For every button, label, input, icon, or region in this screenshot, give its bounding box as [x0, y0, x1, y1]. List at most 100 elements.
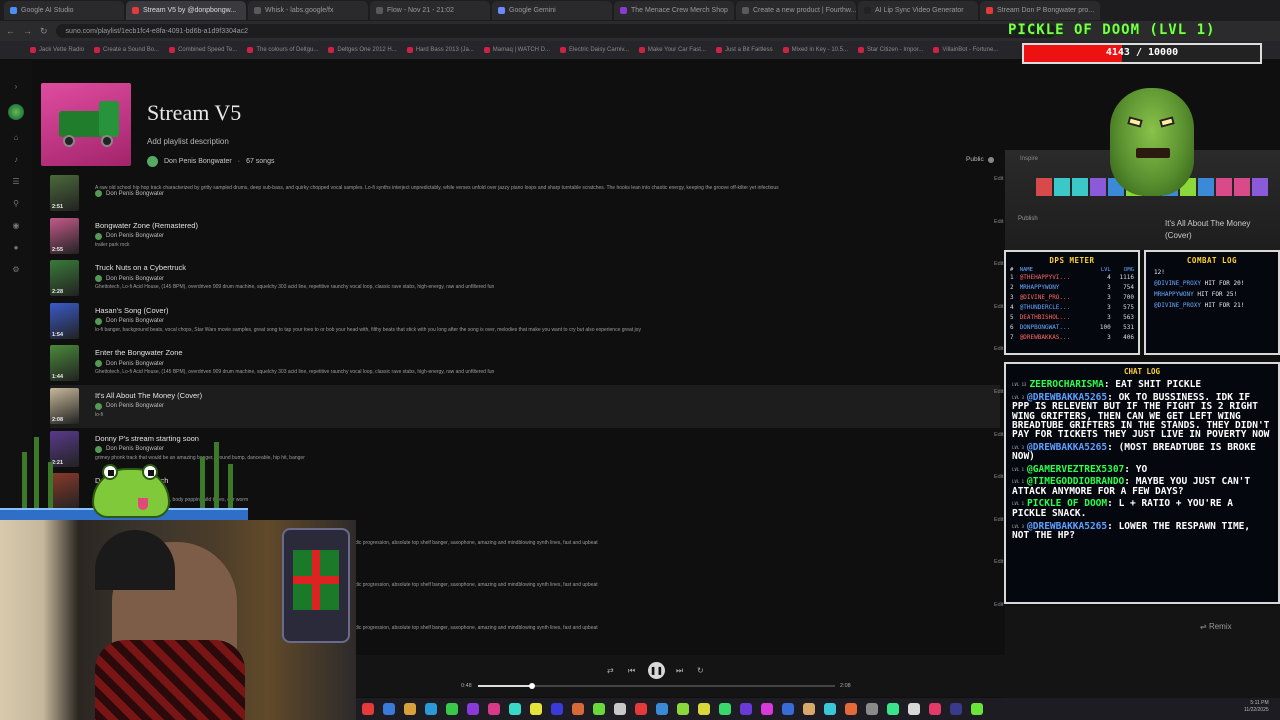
taskbar-app-icon[interactable] [572, 703, 584, 715]
track-artist[interactable]: Don Penis Bongwater [106, 318, 164, 324]
taskbar-app-icon[interactable] [677, 703, 689, 715]
track-artist[interactable]: Don Penis Bongwater [106, 191, 164, 197]
owner-avatar[interactable] [147, 156, 158, 167]
track-row[interactable]: 1:54 Hasan's Song (Cover) Don Penis Bongwa… [50, 300, 1003, 343]
track-title[interactable]: Truck Nuts on a Cybertruck [95, 263, 186, 272]
track-artist[interactable]: Don Penis Bongwater [106, 276, 164, 282]
create-icon[interactable]: ♪ [14, 155, 18, 164]
taskbar-app-icon[interactable] [383, 703, 395, 715]
reload-icon[interactable]: ↻ [40, 26, 48, 37]
taskbar-app-icon[interactable] [866, 703, 878, 715]
color-key[interactable] [1036, 178, 1052, 196]
taskbar-app-icon[interactable] [908, 703, 920, 715]
taskbar-app-icon[interactable] [950, 703, 962, 715]
track-title[interactable]: It's All About The Money (Cover) [95, 391, 202, 400]
edit-button[interactable]: Edit [994, 517, 1003, 523]
taskbar-app-icon[interactable] [719, 703, 731, 715]
taskbar-app-icon[interactable] [362, 703, 374, 715]
track-thumbnail[interactable]: 2:55 [50, 217, 79, 254]
taskbar-app-icon[interactable] [530, 703, 542, 715]
color-key[interactable] [1234, 178, 1250, 196]
bookmark-item[interactable]: VillainBot - Fortune... [933, 47, 998, 53]
track-thumbnail[interactable]: 2:08 [50, 387, 79, 424]
taskbar-app-icon[interactable] [971, 703, 983, 715]
bookmark-item[interactable]: Deltges One 2012 H... [328, 47, 397, 53]
track-title[interactable]: Enter the Bongwater Zone [95, 348, 183, 357]
browser-tab[interactable]: Stream Don P Bongwater pro... [980, 1, 1100, 20]
browser-tab[interactable]: Flow - Nov 21 - 21:02 [370, 1, 490, 20]
taskbar-app-icon[interactable] [824, 703, 836, 715]
edit-button[interactable]: Edit [994, 389, 1003, 395]
owner-name[interactable]: Don Penis Bongwater [164, 158, 232, 165]
browser-tab[interactable]: AI Lip Sync Video Generator [858, 1, 978, 20]
taskbar-app-icon[interactable] [425, 703, 437, 715]
edit-button[interactable]: Edit [994, 219, 1003, 225]
explore-icon[interactable]: ◉ [13, 221, 20, 230]
progress-handle[interactable] [528, 683, 535, 689]
expand-icon[interactable]: › [15, 82, 18, 91]
taskbar-app-icon[interactable] [782, 703, 794, 715]
edit-button[interactable]: Edit [994, 559, 1003, 565]
browser-tab[interactable]: Stream V5 by @donpbongw... [126, 1, 246, 20]
track-row[interactable]: 2:55 Bongwater Zone (Remastered) Don Penis… [50, 215, 1003, 258]
bookmark-item[interactable]: Electric Daisy Carniv... [560, 47, 629, 53]
color-key[interactable] [1252, 178, 1268, 196]
library-icon[interactable]: ☰ [12, 177, 19, 186]
edit-button[interactable]: Edit [994, 432, 1003, 438]
track-title[interactable]: Bongwater Zone (Remastered) [95, 221, 198, 230]
taskbar-app-icon[interactable] [488, 703, 500, 715]
edit-button[interactable]: Edit [994, 602, 1003, 608]
taskbar-app-icon[interactable] [467, 703, 479, 715]
search-icon[interactable]: ⚲ [13, 199, 19, 208]
color-key[interactable] [1198, 178, 1214, 196]
previous-icon[interactable]: ⏮ [628, 666, 635, 676]
remix-button[interactable]: ⇌ Remix [1200, 622, 1232, 631]
taskbar-app-icon[interactable] [845, 703, 857, 715]
taskbar-app-icon[interactable] [803, 703, 815, 715]
edit-button[interactable]: Edit [994, 261, 1003, 267]
color-key[interactable] [1054, 178, 1070, 196]
track-thumbnail[interactable]: 1:44 [50, 345, 79, 382]
taskbar-app-icon[interactable] [509, 703, 521, 715]
taskbar-app-icon[interactable] [446, 703, 458, 715]
bookmark-item[interactable]: Make Your Car Fast... [638, 47, 706, 53]
track-thumbnail[interactable]: 2:28 [50, 260, 79, 297]
track-row[interactable]: 2:08 It's All About The Money (Cover) Don … [50, 384, 1003, 428]
edit-button[interactable]: Edit [994, 474, 1003, 480]
bookmark-item[interactable]: Combined Speed Te... [169, 47, 237, 53]
taskbar-app-icon[interactable] [614, 703, 626, 715]
taskbar-app-icon[interactable] [656, 703, 668, 715]
track-row[interactable]: 1:44 Enter the Bongwater Zone Don Penis Bo… [50, 342, 1003, 385]
bookmark-item[interactable]: Jack Vette Radio [30, 47, 84, 53]
bookmark-item[interactable]: Hard Bass 2013 (Ja... [406, 47, 474, 53]
track-thumbnail[interactable]: 1:54 [50, 302, 79, 339]
playlist-title[interactable]: Stream V5 [147, 100, 241, 126]
next-icon[interactable]: ⏭ [676, 666, 683, 676]
track-row[interactable]: 2:51 Don Penis Bongwater A raw old school … [50, 172, 1003, 215]
progress-bar[interactable] [478, 683, 835, 689]
back-icon[interactable]: ← [6, 26, 15, 36]
taskbar-app-icon[interactable] [887, 703, 899, 715]
shuffle-icon[interactable]: ⇄ [607, 666, 614, 675]
playlist-description[interactable]: Add playlist description [147, 137, 229, 146]
edit-button[interactable]: Edit [994, 176, 1003, 182]
forward-icon[interactable]: → [23, 26, 32, 36]
track-artist[interactable]: Don Penis Bongwater [106, 403, 164, 409]
taskbar-app-icon[interactable] [929, 703, 941, 715]
bookmark-item[interactable]: Create a Sound Bo... [94, 47, 159, 53]
color-key[interactable] [1090, 178, 1106, 196]
edit-button[interactable]: Edit [994, 346, 1003, 352]
track-artist[interactable]: Don Penis Bongwater [106, 361, 164, 367]
bookmark-item[interactable]: Star Citizen - Impor... [858, 47, 923, 53]
avatar[interactable] [8, 104, 24, 120]
bookmark-item[interactable]: Just a Bit Fartless [715, 47, 773, 53]
repeat-icon[interactable]: ↻ [697, 666, 704, 675]
visibility-toggle[interactable]: Public [966, 156, 994, 163]
inspire-button[interactable]: Inspire [1020, 156, 1038, 162]
browser-tab[interactable]: Google AI Studio [4, 1, 124, 20]
edit-button[interactable]: Edit [994, 304, 1003, 310]
pause-button[interactable]: ❚❚ [648, 662, 665, 679]
settings-icon[interactable]: ⚙ [12, 265, 19, 274]
bookmark-item[interactable]: Mixed in Key - 10.5... [782, 47, 848, 53]
browser-tab[interactable]: Whisk - labs.google/fx [248, 1, 368, 20]
